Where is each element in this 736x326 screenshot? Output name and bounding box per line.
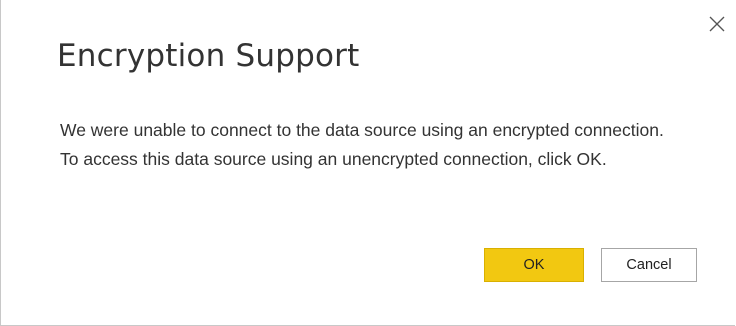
close-button[interactable] [707,14,727,34]
ok-button[interactable]: OK [484,248,584,282]
close-icon [709,16,725,32]
cancel-button[interactable]: Cancel [601,248,697,282]
dialog-message: We were unable to connect to the data so… [60,120,664,169]
dialog-title: Encryption Support [57,38,360,74]
encryption-support-dialog: Encryption Support We were unable to con… [0,0,735,326]
